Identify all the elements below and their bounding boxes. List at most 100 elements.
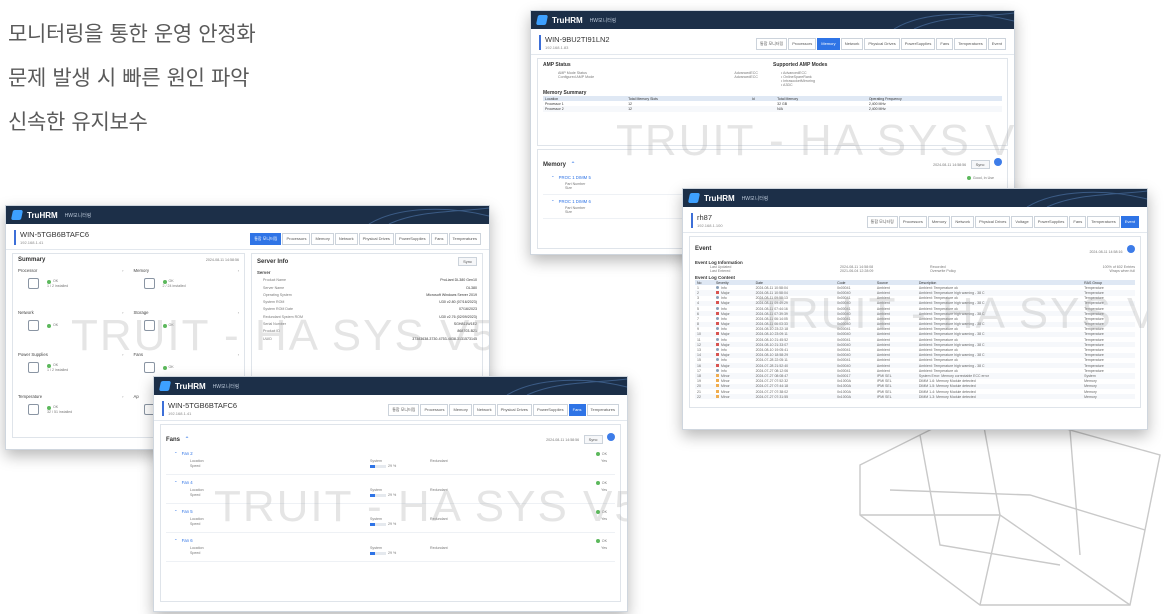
card-status: OK 32 / 51 installed — [47, 405, 73, 414]
tab-item[interactable]: Event — [987, 38, 1006, 50]
severity-minor-icon — [715, 373, 719, 377]
fan-item[interactable]: ⌃ Fan 6 OK Location System Redundant Yes Speed 2… — [166, 533, 615, 562]
tab-item[interactable]: Memory — [817, 38, 840, 50]
chevron-right-icon[interactable]: › — [122, 353, 123, 357]
host-header: WIN-5TGB6BTAFC6 192.168.1.41 통합 모니터링 Proce… — [6, 224, 489, 250]
chevron-right-icon[interactable]: › — [238, 311, 239, 315]
timestamp: 2024-08-11 14:58:56 — [546, 438, 580, 442]
speed-bar — [370, 551, 386, 555]
chevron-right-icon[interactable]: › — [122, 269, 123, 273]
tab-item[interactable]: Fans — [1069, 216, 1087, 228]
card-detail: 32 / 51 installed — [47, 409, 73, 414]
summary-card[interactable]: Power Supplies › OK 1 / 2 installed — [18, 352, 124, 390]
tab-item[interactable]: Network — [334, 233, 358, 245]
tab-item[interactable]: Memory — [449, 404, 472, 416]
summary-card[interactable]: Memory › OK 2 / 24 installed — [134, 268, 239, 306]
tab-item[interactable]: PowerSupplies — [394, 233, 430, 245]
chevron-right-icon[interactable]: › — [238, 353, 239, 357]
summary-card[interactable]: Storage › OK — [134, 310, 239, 348]
title-bar: TruHRM HW모니터링 — [6, 206, 489, 224]
tab-item[interactable]: Fans — [430, 233, 448, 245]
chevron-up-icon[interactable]: ⌃ — [174, 509, 178, 514]
fan-name: ⌃ Fan 6 — [174, 538, 193, 544]
fan-item[interactable]: ⌃ Fan 2 OK Location System Redundant Yes Speed 2… — [166, 446, 615, 475]
tab-item[interactable]: Fans — [936, 38, 954, 50]
fan-details: Location System Redundant Yes Speed 29 % — [174, 459, 607, 468]
tab-item[interactable]: 통합 모니터링 — [250, 233, 282, 245]
app-brand: TruHRM — [704, 193, 735, 203]
location-label: Location — [190, 546, 204, 550]
tab-item[interactable]: Temperatures — [954, 38, 987, 50]
tab-item[interactable]: Physical Drives — [975, 216, 1011, 228]
log-cell: 22 — [695, 394, 714, 400]
server-label: Serial Number — [263, 322, 286, 327]
tab-item[interactable]: Fans — [568, 404, 586, 416]
host-header: rh87 192.168.1.100 통합 모니터링 Processors Memor… — [683, 207, 1147, 233]
status-ok-icon — [162, 279, 167, 284]
tab-bar: 통합 모니터링 Processors Memory Network Physical D… — [756, 38, 1006, 50]
fan-item[interactable]: ⌃ Fan 4 OK Location System Redundant Yes Speed 2… — [166, 475, 615, 504]
chevron-up-icon[interactable]: ⌃ — [551, 199, 555, 204]
fan-details: Location System Redundant Yes Speed 29 % — [174, 517, 607, 526]
summary-cell: N/A — [775, 106, 867, 112]
tab-item[interactable]: Physical Drives — [496, 404, 532, 416]
chevron-right-icon[interactable]: › — [122, 395, 123, 399]
tab-item[interactable]: Processors — [282, 233, 311, 245]
collapse-chevron-icon[interactable]: ⌃ — [184, 437, 189, 443]
summary-title: Summary — [18, 257, 46, 263]
tab-item[interactable]: Network — [951, 216, 974, 228]
tab-item[interactable]: 통합 모니터링 — [756, 38, 788, 50]
tab-item[interactable]: Memory — [927, 216, 951, 228]
tab-item[interactable]: Processors — [788, 38, 817, 50]
chevron-up-icon[interactable]: ⌃ — [174, 480, 178, 485]
app-subtitle: HW모니터링 — [64, 212, 92, 219]
chevron-right-icon[interactable]: › — [238, 269, 239, 273]
chevron-up-icon[interactable]: ⌃ — [174, 538, 178, 543]
server-row: Product ID 868703-B21 — [257, 329, 477, 333]
tab-item[interactable]: Memory — [311, 233, 334, 245]
fan-label: Fan 5 — [181, 509, 193, 514]
tab-item[interactable]: Physical Drives — [358, 233, 394, 245]
sync-button[interactable]: Sync — [458, 257, 477, 266]
fan-status-text: OK — [601, 509, 607, 514]
summary-cell: Processor 2 — [543, 106, 627, 112]
tab-item[interactable]: Processors — [420, 404, 449, 416]
sync-button[interactable]: Sync — [583, 435, 603, 444]
card-name: Ap — [133, 394, 139, 399]
tab-item[interactable]: PowerSupplies — [532, 404, 568, 416]
tab-item[interactable]: Physical Drives — [864, 38, 900, 50]
tab-item[interactable]: PowerSupplies — [900, 38, 936, 50]
app-logo-icon — [535, 15, 549, 25]
chevron-up-icon[interactable]: ⌃ — [551, 175, 555, 180]
refresh-icon[interactable] — [994, 158, 1002, 166]
fan-header: ⌃ Fan 4 OK — [174, 480, 607, 486]
tab-item[interactable]: Temperatures — [448, 233, 481, 245]
chevron-right-icon[interactable]: › — [122, 311, 123, 315]
timestamp: 2024-08-11 14:58:16 — [1089, 250, 1123, 254]
tab-item[interactable]: Event — [1120, 216, 1139, 228]
tab-item[interactable]: Temperatures — [586, 404, 619, 416]
card-header: Temperature › — [18, 394, 124, 399]
tab-item[interactable]: Processors — [898, 216, 927, 228]
server-row: Product Name ProLiant DL380 Gen10 — [257, 278, 477, 282]
sync-button[interactable]: Sync — [970, 160, 990, 169]
tab-item[interactable]: Voltage — [1011, 216, 1033, 228]
collapse-chevron-icon[interactable]: ⌃ — [570, 162, 575, 168]
tab-item[interactable]: 통합 모니터링 — [866, 216, 898, 228]
summary-card[interactable]: Network › OK — [18, 310, 124, 348]
summary-card[interactable]: Processor › OK 1 / 2 installed — [18, 268, 124, 306]
summary-card[interactable]: Temperature › OK 32 / 51 installed — [18, 394, 124, 432]
server-label: Redundant System ROM — [263, 314, 303, 319]
tab-item[interactable]: 통합 모니터링 — [388, 404, 420, 416]
tab-item[interactable]: Temperatures — [1087, 216, 1120, 228]
severity-minor-icon — [715, 384, 719, 388]
tab-item[interactable]: Network — [472, 404, 496, 416]
refresh-icon[interactable] — [1127, 245, 1135, 253]
chevron-up-icon[interactable]: ⌃ — [174, 451, 178, 456]
severity-text: Major — [720, 353, 730, 358]
tab-item[interactable]: Network — [840, 38, 864, 50]
log-row[interactable]: 22 Minor 2024-07-27 07:31:55 0x1000A IPMI SE… — [695, 394, 1135, 400]
refresh-icon[interactable] — [607, 433, 615, 441]
fan-item[interactable]: ⌃ Fan 5 OK Location System Redundant Yes Speed 2… — [166, 504, 615, 533]
tab-item[interactable]: PowerSupplies — [1033, 216, 1069, 228]
